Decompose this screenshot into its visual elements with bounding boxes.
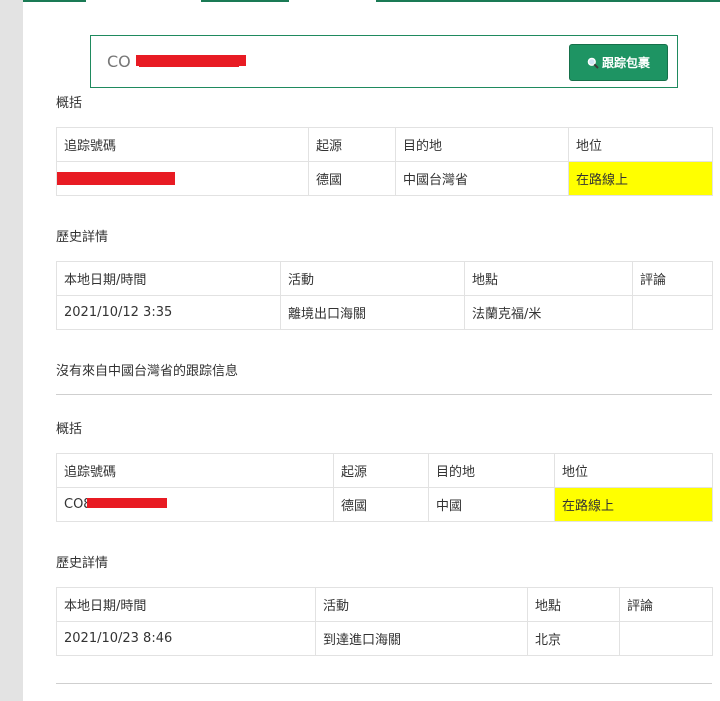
destination-cell: 中國 bbox=[428, 487, 555, 522]
destination-cell: 中國台灣省 bbox=[395, 161, 569, 196]
summary-table: 追踪號碼 起源 目的地 地位 CO8 德國 中國 在路線上 bbox=[56, 453, 713, 522]
redaction-mark bbox=[57, 172, 175, 185]
header-comment: 評論 bbox=[632, 261, 713, 296]
origin-cell: 德國 bbox=[308, 161, 396, 196]
table-row: CO8 德國 中國 在路線上 bbox=[56, 487, 713, 522]
location-cell: 法蘭克福/米 bbox=[464, 295, 633, 330]
history-title: 歷史詳情 bbox=[56, 230, 109, 245]
status-badge: 在路線上 bbox=[554, 487, 713, 522]
origin-cell: 德國 bbox=[333, 487, 429, 522]
table-row: 2021/10/12 3:35 離境出口海關 法蘭克福/米 bbox=[56, 295, 713, 330]
history-table: 本地日期/時間 活動 地點 評論 2021/10/23 8:46 到達進口海關 … bbox=[56, 587, 713, 656]
header-datetime: 本地日期/時間 bbox=[56, 587, 316, 622]
track-package-button[interactable]: 跟踪包裹 bbox=[569, 44, 668, 81]
tracking-number-cell: CO8 bbox=[56, 487, 334, 522]
location-cell: 北京 bbox=[527, 621, 620, 656]
header-datetime: 本地日期/時間 bbox=[56, 261, 281, 296]
tracking-search-box: 跟踪包裹 bbox=[90, 35, 678, 88]
header-tracking-number: 追踪號碼 bbox=[56, 127, 309, 162]
datetime-cell: 2021/10/12 3:35 bbox=[56, 295, 281, 330]
history-table: 本地日期/時間 活動 地點 評論 2021/10/12 3:35 離境出口海關 … bbox=[56, 261, 713, 330]
header-destination: 目的地 bbox=[428, 453, 555, 488]
track-package-button-label: 跟踪包裹 bbox=[601, 56, 650, 70]
comment-cell bbox=[632, 295, 713, 330]
divider bbox=[56, 394, 712, 395]
redaction-mark bbox=[139, 63, 239, 67]
summary-title: 概括 bbox=[56, 96, 83, 111]
datetime-cell: 2021/10/23 8:46 bbox=[56, 621, 316, 656]
no-tracking-note: 沒有來自中國台灣省的跟踪信息 bbox=[56, 364, 239, 379]
table-row: 2021/10/23 8:46 到達進口海關 北京 bbox=[56, 621, 713, 656]
summary-table: 追踪號碼 起源 目的地 地位 德國 中國台灣省 在路線上 bbox=[56, 127, 713, 196]
table-header-row: 追踪號碼 起源 目的地 地位 bbox=[56, 453, 713, 488]
magnifier-icon bbox=[587, 57, 599, 69]
top-nav-strip bbox=[23, 0, 720, 2]
nav-tab-marker[interactable] bbox=[23, 0, 86, 2]
history-title: 歷史詳情 bbox=[56, 556, 109, 571]
left-gutter bbox=[0, 0, 23, 701]
activity-cell: 到達進口海關 bbox=[315, 621, 528, 656]
header-tracking-number: 追踪號碼 bbox=[56, 453, 334, 488]
status-badge: 在路線上 bbox=[568, 161, 713, 196]
tracking-number-cell bbox=[56, 161, 309, 196]
table-header-row: 追踪號碼 起源 目的地 地位 bbox=[56, 127, 713, 162]
header-activity: 活動 bbox=[315, 587, 528, 622]
table-row: 德國 中國台灣省 在路線上 bbox=[56, 161, 713, 196]
header-activity: 活動 bbox=[280, 261, 465, 296]
header-destination: 目的地 bbox=[395, 127, 569, 162]
header-location: 地點 bbox=[464, 261, 633, 296]
header-status: 地位 bbox=[568, 127, 713, 162]
activity-cell: 離境出口海關 bbox=[280, 295, 465, 330]
nav-tab-marker[interactable] bbox=[376, 0, 720, 2]
table-header-row: 本地日期/時間 活動 地點 評論 bbox=[56, 261, 713, 296]
summary-title: 概括 bbox=[56, 422, 83, 437]
header-status: 地位 bbox=[554, 453, 713, 488]
divider bbox=[56, 683, 712, 684]
nav-tab-marker[interactable] bbox=[201, 0, 289, 2]
header-location: 地點 bbox=[527, 587, 620, 622]
header-origin: 起源 bbox=[333, 453, 429, 488]
header-comment: 評論 bbox=[619, 587, 713, 622]
header-origin: 起源 bbox=[308, 127, 396, 162]
comment-cell bbox=[619, 621, 713, 656]
redaction-mark bbox=[87, 498, 167, 508]
table-header-row: 本地日期/時間 活動 地點 評論 bbox=[56, 587, 713, 622]
